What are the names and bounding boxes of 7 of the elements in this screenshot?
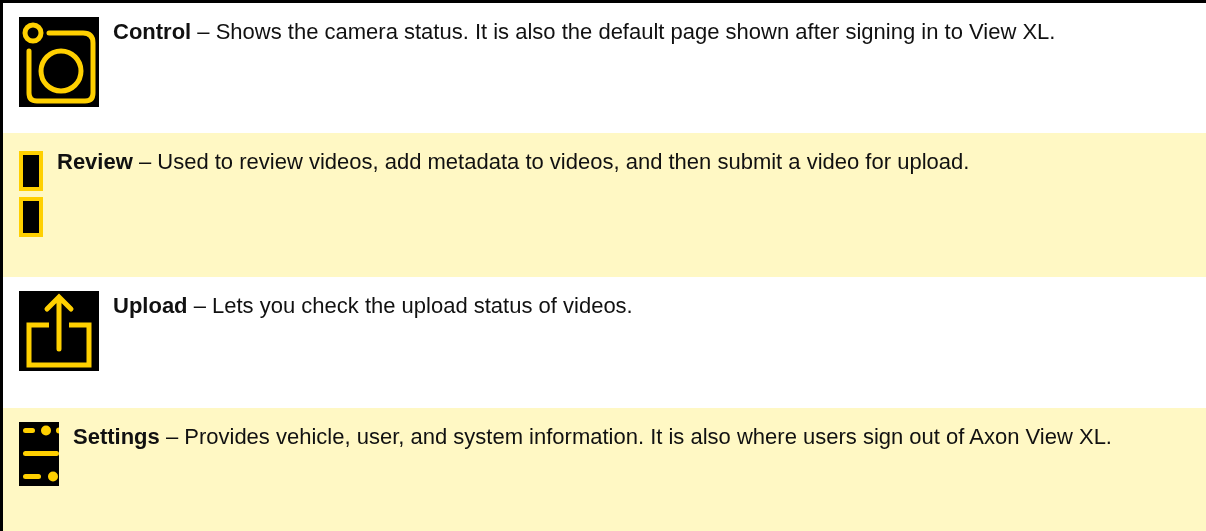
upload-icon	[19, 291, 99, 371]
feature-description: Upload – Lets you check the upload status of videos.	[113, 292, 634, 320]
feature-description: Control – Shows the camera status. It is also the default page shown after signing in to View XL.	[113, 18, 1057, 46]
feature-description: Review – Used to review videos, add metadata to videos, and then submit a video for upload.	[57, 148, 971, 176]
feature-description: Settings – Provides vehicle, user, and system information. It is also where users sign out of Axon View XL.	[73, 423, 1113, 451]
sliders-icon	[19, 422, 59, 486]
camera-icon	[19, 17, 99, 107]
